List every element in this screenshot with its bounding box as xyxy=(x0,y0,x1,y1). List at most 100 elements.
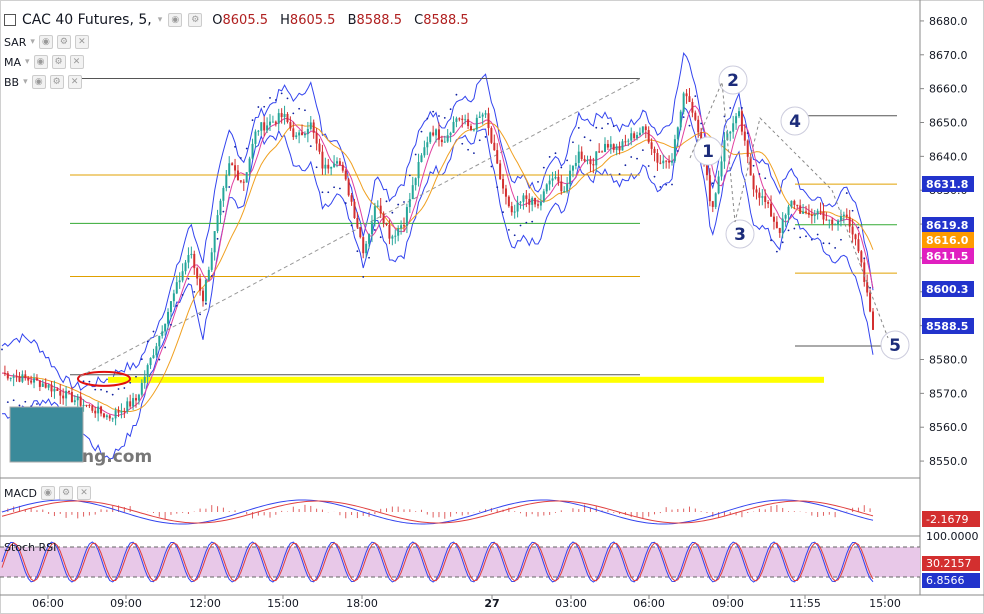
candle-body xyxy=(234,165,237,171)
indicator-ma[interactable]: MA ▾ ◉ ⚙ ✕ xyxy=(4,55,84,69)
candle-body xyxy=(382,213,385,224)
candle-body xyxy=(271,121,274,123)
chevron-down-icon[interactable]: ▾ xyxy=(30,37,35,47)
sar-dot xyxy=(455,93,458,96)
sar-dot xyxy=(583,136,586,139)
candle-body xyxy=(35,378,38,381)
candle-body xyxy=(781,218,784,233)
sar-dot xyxy=(193,290,196,293)
candle-body xyxy=(787,206,790,216)
stoch-pane-label[interactable]: Stoch RSI xyxy=(4,541,56,554)
sar-dot xyxy=(280,92,283,95)
settings-icon[interactable]: ⚙ xyxy=(58,486,73,500)
eye-icon[interactable]: ◉ xyxy=(33,55,48,69)
eye-icon[interactable]: ◉ xyxy=(168,13,183,27)
candle-body xyxy=(289,122,292,129)
eye-icon[interactable]: ◉ xyxy=(31,75,46,89)
eye-icon[interactable]: ◉ xyxy=(40,486,55,500)
sar-dot xyxy=(781,241,784,244)
symbol-title[interactable]: CAC 40 Futures, 5, xyxy=(22,12,152,28)
close-icon[interactable]: ✕ xyxy=(74,35,89,49)
candle-body xyxy=(534,197,537,205)
sar-dot xyxy=(350,224,353,227)
sar-dot xyxy=(770,239,772,242)
close-icon[interactable]: ✕ xyxy=(67,75,82,89)
indicator-sar[interactable]: SAR ▾ ◉ ⚙ ✕ xyxy=(4,35,89,49)
candle-body xyxy=(228,163,231,176)
close-icon[interactable]: ✕ xyxy=(76,486,91,500)
candle-body xyxy=(837,220,840,225)
candle-body xyxy=(260,122,263,131)
sar-dot xyxy=(309,145,312,148)
candle-body xyxy=(569,170,572,185)
candle-body xyxy=(449,132,452,136)
chevron-down-icon[interactable]: ▾ xyxy=(158,15,163,25)
candle-body xyxy=(732,123,735,132)
sar-dot xyxy=(787,229,790,232)
sar-dot xyxy=(245,147,248,150)
candle-body xyxy=(73,400,76,403)
candle-body xyxy=(47,384,50,388)
candle-body xyxy=(834,224,837,226)
indicator-bb[interactable]: BB ▾ ◉ ⚙ ✕ xyxy=(4,75,82,89)
y-tick-label: 8650.0 xyxy=(929,117,968,130)
sar-dot xyxy=(496,186,499,189)
candle-body xyxy=(15,376,18,378)
sar-dot xyxy=(344,202,347,204)
settings-icon[interactable]: ⚙ xyxy=(56,35,71,49)
candle-body xyxy=(437,129,440,140)
sar-dot xyxy=(729,107,732,109)
candle-body xyxy=(668,161,671,163)
sar-dot xyxy=(199,313,201,316)
candle-body xyxy=(723,140,726,162)
sar-dot xyxy=(1,348,3,351)
candle-body xyxy=(88,405,91,407)
candle-body xyxy=(178,280,181,283)
macd-signal-line xyxy=(1,500,874,524)
watermark-text: ng.com xyxy=(82,447,152,467)
collapse-icon[interactable] xyxy=(4,14,16,26)
sar-dot xyxy=(537,180,539,183)
sar-dot xyxy=(857,226,860,229)
candle-body xyxy=(207,269,210,280)
chevron-down-icon[interactable]: ▾ xyxy=(25,57,30,67)
candle-body xyxy=(752,175,755,190)
candle-body xyxy=(426,142,429,148)
sar-dot xyxy=(519,224,522,227)
candle-body xyxy=(379,205,382,214)
price-chart[interactable]: 8550.08560.08570.08580.08590.08600.08610… xyxy=(0,0,984,614)
candle-body xyxy=(513,211,516,213)
candle-body xyxy=(257,130,260,132)
sar-dot xyxy=(758,173,761,175)
macd-pane-label[interactable]: MACD ◉ ⚙ ✕ xyxy=(4,486,91,500)
candle-body xyxy=(671,160,673,163)
candle-body xyxy=(365,243,368,254)
candle-body xyxy=(440,139,443,143)
sar-dot xyxy=(659,186,662,188)
settings-icon[interactable]: ⚙ xyxy=(49,75,64,89)
candle-body xyxy=(659,162,662,164)
y-tick-label: 8560.0 xyxy=(929,421,968,434)
eye-icon[interactable]: ◉ xyxy=(38,35,53,49)
candle-body xyxy=(210,252,213,270)
sar-dot xyxy=(810,238,813,241)
sar-dot xyxy=(94,388,97,391)
close-icon[interactable]: ✕ xyxy=(69,55,84,69)
sar-dot xyxy=(548,156,551,158)
candle-body xyxy=(68,390,70,392)
candle-body xyxy=(248,158,251,173)
sar-dot xyxy=(269,97,271,99)
candle-body xyxy=(711,201,714,207)
candle-body xyxy=(708,175,711,202)
chevron-down-icon[interactable]: ▾ xyxy=(23,77,28,87)
candle-body xyxy=(866,281,869,293)
price-label: 8619.8 xyxy=(926,219,968,232)
candle-body xyxy=(586,159,589,161)
candle-body xyxy=(595,151,598,166)
sar-dot xyxy=(205,302,207,305)
settings-icon[interactable]: ⚙ xyxy=(188,13,203,27)
settings-icon[interactable]: ⚙ xyxy=(51,55,66,69)
candle-body xyxy=(65,390,68,399)
sar-dot xyxy=(461,142,464,145)
sar-dot xyxy=(676,150,679,152)
